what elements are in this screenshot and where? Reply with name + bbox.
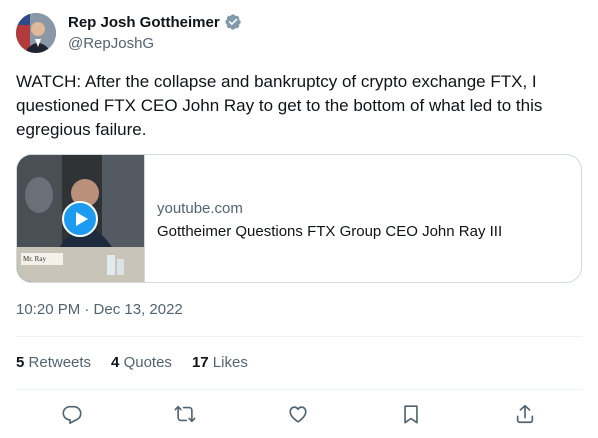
likes-stat[interactable]: 17 Likes	[192, 353, 248, 373]
author-handle[interactable]: @RepJoshG	[68, 34, 242, 54]
divider	[16, 336, 582, 337]
author-name[interactable]: Rep Josh Gottheimer	[68, 14, 220, 31]
card-domain: youtube.com	[157, 200, 243, 217]
avatar[interactable]	[16, 13, 56, 53]
quotes-stat[interactable]: 4 Quotes	[111, 353, 172, 373]
author-block: Rep Josh Gottheimer @RepJoshG	[68, 12, 242, 54]
tweet-text: WATCH: After the collapse and bankruptcy…	[16, 72, 543, 139]
reply-icon[interactable]	[58, 400, 86, 428]
quotes-label: Quotes	[123, 354, 172, 371]
divider	[16, 389, 582, 390]
quotes-count: 4	[111, 354, 120, 371]
retweets-stat[interactable]: 5 Retweets	[16, 353, 91, 373]
engagement-stats: 5 Retweets 4 Quotes 17 Likes	[16, 353, 268, 373]
likes-label: Likes	[212, 354, 248, 371]
retweets-count: 5	[16, 354, 25, 371]
bookmark-icon[interactable]	[397, 400, 425, 428]
card-text-block: youtube.com Gottheimer Questions FTX Gro…	[145, 155, 502, 282]
share-icon[interactable]	[511, 400, 539, 428]
card-title: Gottheimer Questions FTX Group CEO John …	[157, 223, 503, 240]
verified-badge-icon	[224, 13, 242, 31]
retweets-label: Retweets	[28, 354, 92, 371]
tweet-timestamp[interactable]: 10:20 PM · Dec 13, 2022	[16, 300, 183, 320]
link-card[interactable]: Mr. Ray youtube.com Gottheimer Questions…	[16, 154, 582, 283]
retweet-icon[interactable]	[171, 400, 199, 428]
action-bar	[16, 400, 582, 428]
video-thumbnail[interactable]: Mr. Ray	[17, 155, 145, 282]
placard-text: Mr. Ray	[23, 255, 46, 263]
likes-count: 17	[191, 354, 209, 371]
heart-icon[interactable]	[284, 400, 312, 428]
play-icon[interactable]	[62, 201, 98, 237]
